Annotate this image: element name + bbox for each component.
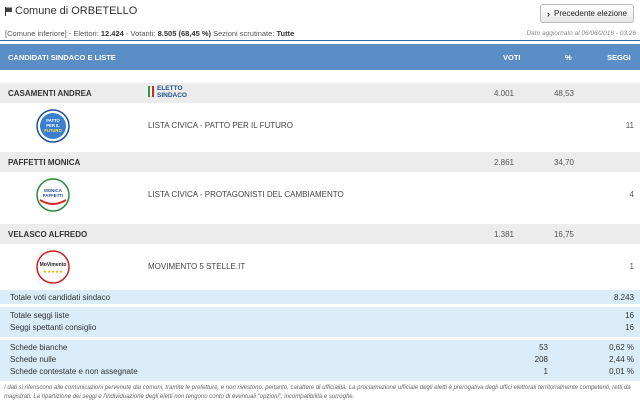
flag-icon <box>5 7 12 16</box>
elected-sub-label: SINDACO <box>157 92 187 99</box>
contested-ballots-percent: 0,01 % <box>609 367 634 376</box>
candidate-votes: 2.861 <box>493 158 514 167</box>
list-row: MoVimento ★★★★★ MOVIMENTO 5 STELLE.IT 1 <box>0 244 640 290</box>
null-ballots-count: 208 <box>534 355 548 364</box>
elected-badge: ELETTO SINDACO <box>148 85 187 99</box>
candidate-percent: 48,53 <box>553 89 574 98</box>
candidate-percent: 34,70 <box>553 158 574 167</box>
logo-text: PAFFETTI <box>43 193 64 198</box>
list-seats: 1 <box>629 262 634 271</box>
last-updated: Dato aggiornato al 06/06/2016 - 03:26 <box>526 30 636 37</box>
total-votes-value: 8.243 <box>613 293 634 302</box>
voters-percent: (68,45 %) <box>178 29 212 38</box>
total-votes-row: Totale voti candidati sindaco 8.243 <box>0 290 640 304</box>
candidate-name: PAFFETTI MONICA <box>8 158 81 167</box>
null-ballots-percent: 2,44 % <box>609 355 634 364</box>
title-bar: Comune di ORBETELLO › Precedente elezion… <box>0 0 640 28</box>
italian-flag-icon <box>148 86 154 97</box>
logo-text: FUTURO <box>44 128 62 133</box>
voters-count: 8.505 <box>157 29 177 38</box>
candidate-percent: 16,75 <box>553 230 574 239</box>
header-seats: SEGGI <box>607 53 631 62</box>
contested-ballots-label: Schede contestate e non assegnate <box>10 367 138 376</box>
candidate-votes: 1.381 <box>493 230 514 239</box>
election-summary: [Comune inferiore] - Elettori: 12.424 - … <box>5 29 294 38</box>
list-row: PATTO PER IL FUTURO LISTA CIVICA - PATTO… <box>0 103 640 149</box>
header-candidates: CANDIDATI SINDACO E LISTE <box>8 53 116 62</box>
header-percent: % <box>565 53 572 62</box>
candidate-votes: 4.001 <box>493 89 514 98</box>
electors-count: 12.424 <box>100 29 124 38</box>
elected-label: ELETTO <box>157 85 183 92</box>
chevron-right-icon: › <box>547 8 551 19</box>
header-votes: VOTI <box>503 53 521 62</box>
list-seats: 11 <box>625 121 634 130</box>
council-seats-label: Seggi spettanti consiglio <box>10 323 97 332</box>
results-table-header: CANDIDATI SINDACO E LISTE VOTI % SEGGI <box>0 44 640 70</box>
list-seats-label: Totale seggi liste <box>10 311 70 320</box>
blank-ballots-count: 53 <box>539 343 548 352</box>
list-row: MONICA PAFFETTI LISTA CIVICA - PROTAGONI… <box>0 172 640 218</box>
ballots-summary: Schede bianche 53 0,62 % Schede nulle 20… <box>0 340 640 381</box>
candidate-row: PAFFETTI MONICA 2.861 34,70 <box>0 152 640 172</box>
voters-label: - Votanti: <box>123 29 158 38</box>
page-title: Comune di ORBETELLO <box>15 5 138 17</box>
seats-summary: Totale seggi liste 16 Seggi spettanti co… <box>0 307 640 337</box>
disclaimer-footnote: I dati si riferiscono alle comunicazioni… <box>4 385 631 400</box>
monica-paffetti-logo: MONICA PAFFETTI <box>36 178 70 212</box>
candidate-row: CASAMENTI ANDREA ELETTO SINDACO 4.001 48,… <box>0 83 640 103</box>
total-votes-label: Totale voti candidati sindaco <box>10 293 111 302</box>
candidate-name: VELASCO ALFREDO <box>8 230 88 239</box>
list-name: LISTA CIVICA - PATTO PER IL FUTURO <box>148 121 293 130</box>
list-name: LISTA CIVICA - PROTAGONISTI DEL CAMBIAME… <box>148 190 344 199</box>
list-name: MOVIMENTO 5 STELLE.IT <box>148 262 246 271</box>
sections-value: Tutte <box>276 29 295 38</box>
blank-ballots-percent: 0,62 % <box>609 343 634 352</box>
svg-text:★★★★★: ★★★★★ <box>43 269 63 275</box>
election-info-bar: [Comune inferiore] - Elettori: 12.424 - … <box>0 28 640 41</box>
candidate-row: VELASCO ALFREDO 1.381 16,75 <box>0 224 640 244</box>
previous-election-label: Precedente elezione <box>554 9 627 18</box>
council-seats-total: 16 <box>625 323 634 332</box>
list-seats-total: 16 <box>625 311 634 320</box>
list-seats: 4 <box>629 190 634 199</box>
blank-ballots-label: Schede bianche <box>10 343 68 352</box>
logo-text: MoVimento <box>40 262 67 268</box>
info-prefix: [Comune inferiore] - Elettori: <box>5 29 101 38</box>
patto-per-il-futuro-logo: PATTO PER IL FUTURO <box>36 109 70 143</box>
previous-election-button[interactable]: › Precedente elezione <box>540 4 634 23</box>
sections-label: Sezioni scrutinate: <box>211 29 277 38</box>
movimento-5-stelle-logo: MoVimento ★★★★★ <box>36 250 70 284</box>
null-ballots-label: Schede nulle <box>10 355 57 364</box>
contested-ballots-count: 1 <box>543 367 548 376</box>
candidate-name: CASAMENTI ANDREA <box>8 89 92 98</box>
